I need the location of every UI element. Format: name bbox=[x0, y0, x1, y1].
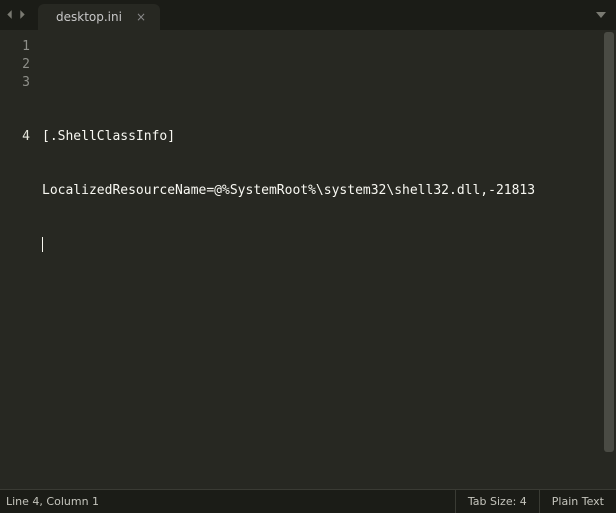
tab-history-nav bbox=[0, 9, 30, 22]
status-tab-size[interactable]: Tab Size: 4 bbox=[455, 490, 539, 513]
tab-dropdown-button[interactable] bbox=[592, 6, 610, 24]
status-cursor-position: Line 4, Column 1 bbox=[0, 490, 111, 513]
line-number: 2 bbox=[0, 56, 30, 74]
code-line bbox=[42, 236, 610, 254]
text-cursor bbox=[42, 237, 43, 252]
line-number: 3 bbox=[0, 74, 30, 92]
code-line bbox=[42, 74, 610, 92]
tab-desktop-ini[interactable]: desktop.ini × bbox=[38, 4, 160, 30]
code-line: LocalizedResourceName=@%SystemRoot%\syst… bbox=[42, 182, 562, 200]
code-area[interactable]: [.ShellClassInfo] LocalizedResourceName=… bbox=[38, 30, 616, 489]
status-bar: Line 4, Column 1 Tab Size: 4 Plain Text bbox=[0, 489, 616, 513]
forward-icon[interactable] bbox=[17, 9, 30, 22]
code-editor[interactable]: 1 2 3 4 [.ShellClassInfo] LocalizedResou… bbox=[0, 30, 616, 489]
line-number bbox=[0, 92, 30, 128]
back-icon[interactable] bbox=[4, 9, 17, 22]
close-icon[interactable]: × bbox=[136, 11, 146, 23]
editor-window: desktop.ini × 1 2 3 4 [.ShellClassInfo] … bbox=[0, 0, 616, 513]
scrollbar-thumb[interactable] bbox=[604, 32, 614, 452]
tab-bar: desktop.ini × bbox=[0, 0, 616, 30]
line-number: 4 bbox=[0, 128, 30, 146]
line-number: 1 bbox=[0, 38, 30, 56]
line-number-gutter: 1 2 3 4 bbox=[0, 30, 38, 489]
code-line: [.ShellClassInfo] bbox=[42, 128, 610, 146]
tab-title: desktop.ini bbox=[56, 10, 122, 24]
vertical-scrollbar[interactable] bbox=[604, 32, 614, 504]
